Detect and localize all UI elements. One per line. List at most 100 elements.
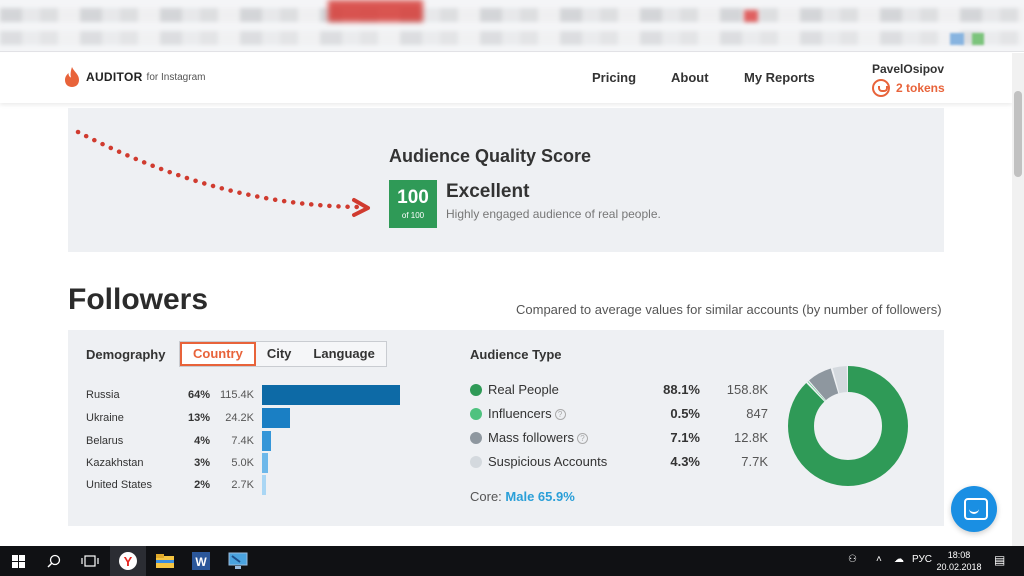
score-description: Highly engaged audience of real people. — [446, 207, 661, 221]
word-button[interactable]: W — [183, 546, 219, 576]
audience-percent: 4.3% — [670, 454, 700, 469]
word-icon: W — [192, 552, 210, 570]
help-icon[interactable]: ? — [554, 409, 566, 420]
logo[interactable]: AUDITOR for Instagram — [63, 66, 205, 88]
quality-score-panel: Audience Quality Score 100 of 100 Excell… — [68, 108, 944, 252]
chevron-up-icon[interactable]: ˄ — [876, 554, 882, 565]
audience-donut-chart — [788, 366, 908, 486]
country-percent: 64% — [187, 389, 210, 401]
scrollbar-thumb[interactable] — [1014, 91, 1022, 177]
country-row: Belarus 4% 7.4K — [86, 431, 406, 451]
nav-link-pricing[interactable]: Pricing — [592, 70, 636, 85]
browser-address-strip — [0, 31, 1024, 45]
audience-row-suspicious: Suspicious Accounts 4.3% 7.7K — [470, 452, 780, 472]
help-icon[interactable]: ? — [576, 433, 588, 444]
search-button[interactable] — [36, 546, 72, 576]
core-label: Core: — [470, 489, 502, 504]
flame-icon — [65, 67, 79, 87]
token-balance[interactable]: 2 tokens — [872, 79, 945, 97]
audience-name: Suspicious Accounts — [488, 454, 607, 469]
audience-percent: 7.1% — [670, 430, 700, 445]
country-row: United States 2% 2.7K — [86, 475, 406, 495]
country-percent: 4% — [194, 435, 210, 447]
country-bar — [262, 453, 268, 473]
core-value: Male 65.9% — [505, 489, 575, 504]
audience-name: Real People — [488, 382, 559, 397]
browser-tab-icon — [744, 10, 758, 22]
country-row: Kazakhstan 3% 5.0K — [86, 453, 406, 473]
country-row: Russia 64% 115.4K — [86, 385, 406, 405]
donut-slice-real-people — [788, 366, 908, 486]
extension-icon[interactable] — [950, 33, 964, 45]
extension-icon[interactable] — [972, 33, 984, 45]
file-explorer-button[interactable] — [147, 546, 183, 576]
token-count: 2 tokens — [896, 81, 945, 95]
legend-dot — [470, 384, 482, 396]
quality-score-title: Audience Quality Score — [389, 146, 592, 166]
clock-date: 20.02.2018 — [936, 562, 982, 572]
app-button[interactable] — [220, 546, 256, 576]
country-name: Russia — [86, 389, 120, 401]
country-bar — [262, 475, 266, 495]
chat-button[interactable] — [951, 486, 997, 532]
network-icon[interactable]: ☁ — [894, 554, 904, 565]
score-value: 100 — [397, 187, 429, 208]
taskbar: Y W ⚇ ˄ ☁ РУС 18:08 20.02.2018 ▤ — [0, 546, 1024, 576]
audience-name-text: Mass followers — [488, 430, 574, 445]
audience-count: 7.7K — [741, 454, 768, 469]
svg-text:W: W — [195, 555, 207, 569]
demography-label: Demography — [86, 347, 166, 362]
start-button[interactable] — [0, 546, 36, 576]
followers-panel: Demography Country City Language Russia … — [68, 330, 944, 526]
token-icon — [872, 79, 890, 97]
audience-percent: 0.5% — [670, 406, 700, 421]
folder-icon — [156, 554, 174, 568]
country-count: 24.2K — [225, 412, 254, 424]
country-count: 2.7K — [231, 479, 254, 491]
audience-row-influencers: Influencers? 0.5% 847 — [470, 404, 780, 424]
audience-row-mass-followers: Mass followers? 7.1% 12.8K — [470, 428, 780, 448]
brand-subtitle: for Instagram — [146, 71, 206, 83]
brand-name: AUDITOR — [86, 70, 143, 84]
nav-link-about[interactable]: About — [671, 70, 709, 85]
browser-active-tab[interactable] — [328, 0, 423, 22]
clock-time: 18:08 — [947, 550, 971, 560]
audience-name-text: Influencers — [488, 406, 552, 421]
country-count: 115.4K — [219, 389, 254, 401]
audience-count: 158.8K — [726, 382, 768, 397]
yandex-browser-button[interactable]: Y — [110, 546, 146, 576]
country-name: United States — [86, 479, 153, 491]
followers-heading: Followers — [68, 283, 209, 316]
dotted-arrow-annotation — [75, 129, 370, 217]
compare-note: Compared to average values for similar a… — [516, 302, 942, 317]
task-view-icon — [81, 555, 99, 567]
clock[interactable]: 18:08 20.02.2018 — [936, 549, 982, 573]
tab-language[interactable]: Language — [302, 342, 385, 366]
score-badge: 100 of 100 — [389, 180, 437, 228]
notifications-icon[interactable]: ▤ — [994, 553, 1005, 567]
browser-tab-strip — [0, 8, 1024, 22]
country-bar — [262, 431, 271, 451]
tab-city[interactable]: City — [256, 342, 303, 366]
country-name: Ukraine — [86, 412, 124, 424]
page-scrollbar[interactable] — [1012, 53, 1024, 546]
svg-text:Y: Y — [124, 554, 133, 569]
country-percent: 2% — [194, 479, 210, 491]
legend-dot — [470, 432, 482, 444]
people-icon[interactable]: ⚇ — [848, 554, 857, 565]
nav-link-my-reports[interactable]: My Reports — [744, 70, 815, 85]
score-max: of 100 — [401, 211, 425, 220]
country-name: Belarus — [86, 435, 124, 447]
country-bar — [262, 408, 290, 428]
audience-name: Influencers? — [488, 406, 566, 421]
user-menu[interactable]: PavelOsipov 2 tokens — [872, 62, 945, 97]
country-name: Kazakhstan — [86, 457, 144, 469]
browser-chrome — [0, 0, 1024, 52]
country-percent: 3% — [194, 457, 210, 469]
task-view-button[interactable] — [72, 546, 108, 576]
user-name[interactable]: PavelOsipov — [872, 62, 945, 76]
audience-name-text: Suspicious Accounts — [488, 454, 608, 469]
yandex-browser-icon: Y — [119, 552, 137, 570]
language-indicator[interactable]: РУС — [912, 554, 932, 565]
tab-country[interactable]: Country — [180, 342, 256, 366]
